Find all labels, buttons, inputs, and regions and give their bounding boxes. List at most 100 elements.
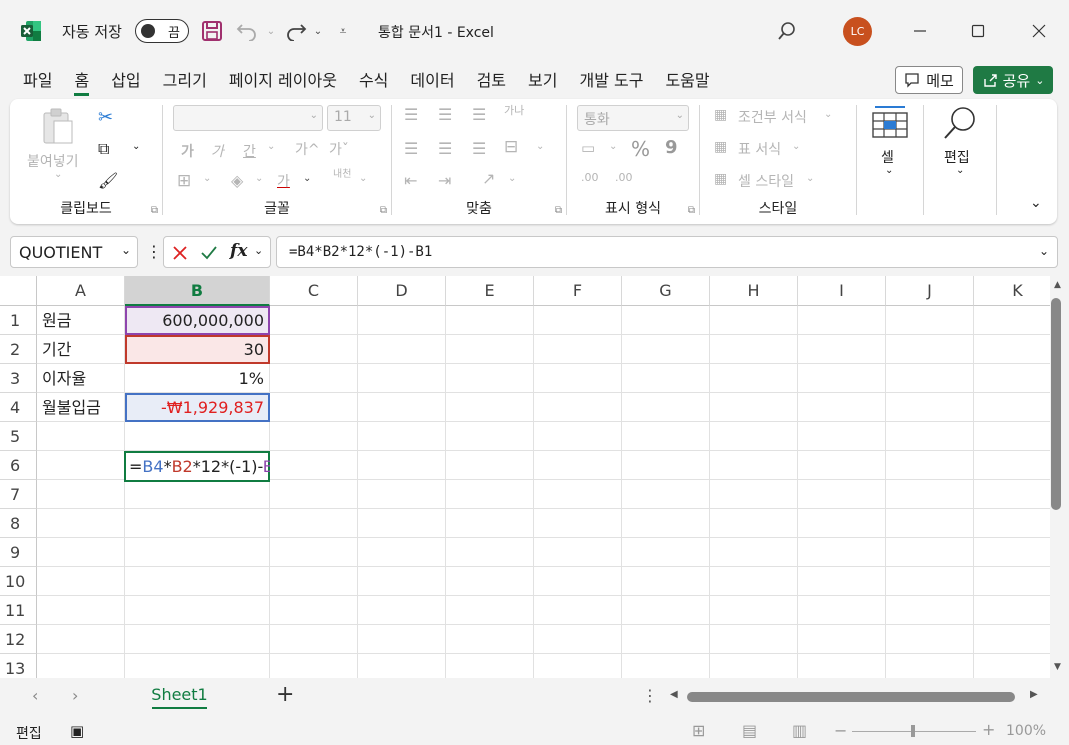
grow-font-button[interactable]: 가^ xyxy=(295,139,320,159)
tab-view[interactable]: 보기 xyxy=(517,66,568,96)
scroll-left-icon[interactable]: ◀ xyxy=(670,689,678,700)
comments-button[interactable]: 메모 xyxy=(895,66,963,94)
share-chevron-icon[interactable]: ⌄ xyxy=(1035,74,1044,87)
shrink-font-button[interactable]: 가ˇ xyxy=(329,139,349,159)
cell-b4[interactable]: -₩1,929,837 xyxy=(126,393,268,422)
row-header-2[interactable]: 2 xyxy=(0,335,37,364)
align-left-icon[interactable]: ☰ xyxy=(404,139,418,158)
more-options-icon[interactable]: ⋮ xyxy=(146,242,162,261)
percent-style-button[interactable]: % xyxy=(631,137,650,161)
wrap-text-button[interactable]: 가나 xyxy=(504,105,526,116)
sheet-options-icon[interactable]: ⋮ xyxy=(642,686,658,705)
formula-input[interactable]: =B4*B2*12*(-1)-B1 ⌄ xyxy=(276,236,1058,268)
zoom-out-icon[interactable]: − xyxy=(834,721,847,740)
conditional-formatting-label[interactable]: 조건부 서식 xyxy=(738,107,807,127)
table-dropdown-icon[interactable]: ⌄ xyxy=(792,141,800,152)
row-header-12[interactable]: 12 xyxy=(0,625,37,654)
row-header-7[interactable]: 7 xyxy=(0,480,37,509)
undo-dropdown-icon[interactable]: ⌄ xyxy=(258,18,284,44)
tab-page-layout[interactable]: 페이지 레이아웃 xyxy=(218,66,348,96)
name-box[interactable]: QUOTIENT ⌄ xyxy=(10,236,138,268)
merge-center-icon[interactable]: ⊟ xyxy=(504,137,518,157)
minimize-icon[interactable] xyxy=(905,18,935,44)
cell-a1[interactable]: 원금 xyxy=(38,306,124,335)
bold-button[interactable]: 가 xyxy=(181,141,194,161)
next-sheet-icon[interactable]: › xyxy=(72,686,78,705)
column-header-j[interactable]: J xyxy=(886,276,974,306)
cell-a4[interactable]: 월불입금 xyxy=(38,393,124,422)
tab-home[interactable]: 홈 xyxy=(63,66,100,96)
font-color-dropdown-icon[interactable]: ⌄ xyxy=(303,173,311,184)
font-size-combo[interactable]: 11 ⌄ xyxy=(327,105,381,131)
conditional-dropdown-icon[interactable]: ⌄ xyxy=(824,109,832,120)
cell-a2[interactable]: 기간 xyxy=(38,335,124,364)
tab-formulas[interactable]: 수식 xyxy=(348,66,399,96)
orientation-icon[interactable]: ↗ xyxy=(482,169,495,188)
font-launcher-icon[interactable]: ⧉ xyxy=(380,205,387,216)
search-icon[interactable] xyxy=(774,18,800,44)
increase-decimal-button[interactable]: .00 xyxy=(581,171,599,184)
scroll-up-icon[interactable]: ▲ xyxy=(1054,280,1061,290)
tab-data[interactable]: 데이터 xyxy=(399,66,465,96)
editing-label[interactable]: 편집 xyxy=(944,147,970,167)
cell-styles-icon[interactable]: ▦ xyxy=(714,171,727,187)
column-header-a[interactable]: A xyxy=(37,276,125,306)
scroll-right-icon[interactable]: ▶ xyxy=(1030,689,1038,700)
column-header-e[interactable]: E xyxy=(446,276,534,306)
accounting-dropdown-icon[interactable]: ⌄ xyxy=(609,141,617,152)
row-header-10[interactable]: 10 xyxy=(0,567,37,596)
editing-search-icon[interactable] xyxy=(942,105,978,141)
cells-label[interactable]: 셀 xyxy=(881,147,894,167)
name-box-dropdown-icon[interactable]: ⌄ xyxy=(121,243,131,257)
sheet-tab-sheet1[interactable]: Sheet1 xyxy=(142,680,217,712)
column-header-h[interactable]: H xyxy=(710,276,798,306)
horizontal-scroll-thumb[interactable] xyxy=(687,692,1015,702)
column-header-g[interactable]: G xyxy=(622,276,710,306)
copy-icon[interactable]: ⧉ xyxy=(98,139,109,159)
cells-icon[interactable] xyxy=(871,105,909,139)
accounting-format-icon[interactable]: ▭ xyxy=(581,139,595,157)
copy-dropdown-icon[interactable]: ⌄ xyxy=(132,141,140,152)
zoom-level[interactable]: 100% xyxy=(1006,723,1046,739)
redo-dropdown-icon[interactable]: ⌄ xyxy=(305,18,331,44)
row-header-1[interactable]: 1 xyxy=(0,306,37,335)
customize-qat-icon[interactable]: ⩡ xyxy=(330,18,356,44)
cell-b6-formula[interactable]: =B4*B2*12*(-1)-B1 xyxy=(126,452,270,481)
cell-b3[interactable]: 1% xyxy=(126,364,268,393)
number-format-combo[interactable]: 통화 ⌄ xyxy=(577,105,689,131)
column-header-i[interactable]: I xyxy=(798,276,886,306)
column-header-d[interactable]: D xyxy=(358,276,446,306)
border-dropdown-icon[interactable]: ⌄ xyxy=(203,173,211,184)
cancel-icon[interactable] xyxy=(172,245,188,261)
column-header-c[interactable]: C xyxy=(270,276,358,306)
prev-sheet-icon[interactable]: ‹ xyxy=(32,686,38,705)
column-header-k[interactable]: K xyxy=(974,276,1050,306)
page-break-view-icon[interactable]: ▥ xyxy=(792,721,807,740)
decrease-decimal-button[interactable]: .00 xyxy=(615,171,633,184)
align-middle-icon[interactable]: ☰ xyxy=(438,105,452,124)
decrease-indent-icon[interactable]: ⇤ xyxy=(404,171,417,190)
cell-a3[interactable]: 이자율 xyxy=(38,364,124,393)
format-painter-icon[interactable]: 🖌 xyxy=(98,171,118,190)
zoom-slider-thumb[interactable] xyxy=(911,725,915,737)
cell-styles-dropdown-icon[interactable]: ⌄ xyxy=(806,173,814,184)
increase-indent-icon[interactable]: ⇥ xyxy=(438,171,451,190)
row-header-6[interactable]: 6 xyxy=(0,451,37,480)
alignment-launcher-icon[interactable]: ⧉ xyxy=(555,205,562,216)
close-icon[interactable] xyxy=(1024,18,1054,44)
insert-function-icon[interactable]: fx xyxy=(230,241,247,261)
cell-b2[interactable]: 30 xyxy=(126,335,268,364)
fill-color-icon[interactable]: ◈ xyxy=(231,171,243,190)
accessibility-icon[interactable]: ▣ xyxy=(70,722,84,740)
underline-dropdown-icon[interactable]: ⌄ xyxy=(267,141,275,152)
row-header-3[interactable]: 3 xyxy=(0,364,37,393)
align-center-icon[interactable]: ☰ xyxy=(438,139,452,158)
row-header-9[interactable]: 9 xyxy=(0,538,37,567)
paste-icon[interactable] xyxy=(40,107,76,147)
number-launcher-icon[interactable]: ⧉ xyxy=(688,205,695,216)
merge-dropdown-icon[interactable]: ⌄ xyxy=(536,141,544,152)
maximize-icon[interactable] xyxy=(963,18,993,44)
vertical-scroll-thumb[interactable] xyxy=(1051,298,1061,510)
tab-draw[interactable]: 그리기 xyxy=(152,66,218,96)
editing-dropdown-icon[interactable]: ⌄ xyxy=(956,165,964,176)
